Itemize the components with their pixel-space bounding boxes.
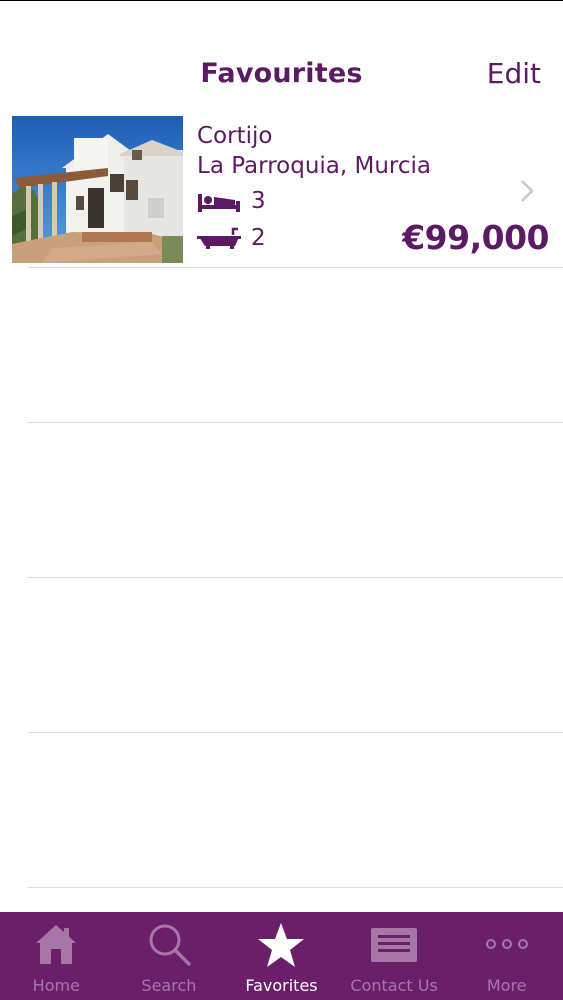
row-separator	[28, 732, 563, 733]
bedrooms-feature: 3	[197, 186, 266, 216]
tab-contact-us-label: Contact Us	[350, 976, 438, 995]
bathrooms-feature: 2	[197, 223, 266, 253]
bed-icon	[198, 194, 240, 212]
star-icon	[258, 923, 305, 967]
bathrooms-count: 2	[251, 225, 266, 251]
property-price: €99,000	[402, 218, 549, 257]
bathtub-icon	[197, 227, 241, 249]
favourite-listing-row[interactable]: Cortijo La Parroquia, Murcia 3 2 €99,000	[0, 112, 563, 267]
tab-more-label: More	[486, 976, 527, 995]
tab-more[interactable]: More	[450, 912, 563, 1000]
tab-search[interactable]: Search	[113, 912, 226, 1000]
row-separator	[28, 577, 563, 578]
property-type: Cortijo	[197, 123, 273, 149]
tab-favorites-label: Favorites	[245, 976, 318, 995]
nav-bar: Favourites Edit	[0, 0, 563, 110]
bedrooms-count: 3	[251, 188, 266, 214]
property-location: La Parroquia, Murcia	[197, 153, 432, 179]
home-icon	[36, 925, 77, 964]
row-separator	[28, 887, 563, 888]
tab-contact-us[interactable]: Contact Us	[338, 912, 451, 1000]
more-dots-icon	[485, 939, 528, 949]
row-separator	[28, 267, 563, 268]
tab-search-label: Search	[141, 976, 197, 995]
tab-favorites[interactable]: Favorites	[225, 912, 338, 1000]
tab-home[interactable]: Home	[0, 912, 113, 1000]
contact-card-icon	[371, 928, 418, 962]
row-separator	[28, 422, 563, 423]
page-title: Favourites	[200, 58, 363, 89]
tab-bar: Home Search Favorites Contact Us More	[0, 912, 563, 1000]
chevron-right-icon	[521, 180, 534, 202]
property-photo	[12, 116, 183, 263]
edit-button[interactable]: Edit	[487, 57, 541, 90]
search-icon	[149, 924, 191, 966]
tab-home-label: Home	[32, 976, 80, 995]
